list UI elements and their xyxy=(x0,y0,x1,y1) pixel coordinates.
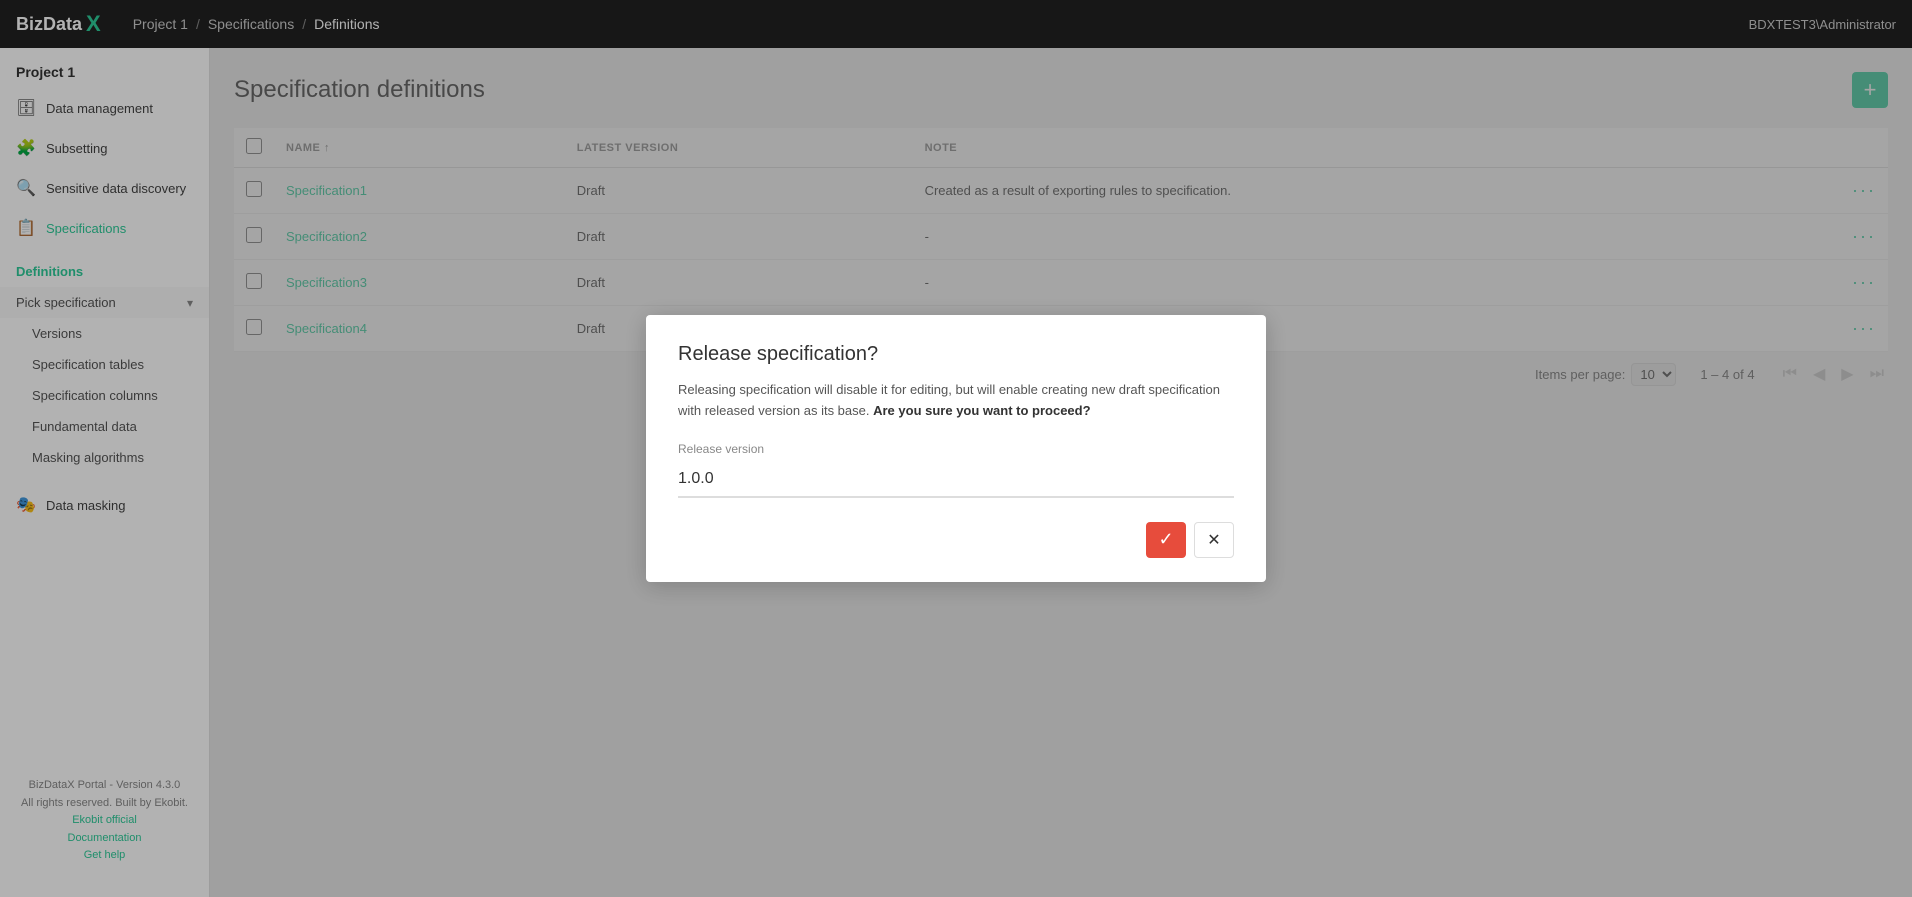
modal-overlay: Release specification? Releasing specifi… xyxy=(0,0,1912,897)
modal-title: Release specification? xyxy=(678,343,1234,366)
modal-cancel-button[interactable]: ✕ xyxy=(1194,522,1234,558)
release-version-input[interactable] xyxy=(678,462,1234,498)
modal-field-label: Release version xyxy=(678,442,1234,456)
release-specification-modal: Release specification? Releasing specifi… xyxy=(646,315,1266,582)
modal-body: Releasing specification will disable it … xyxy=(678,380,1234,422)
modal-body-bold: Are you sure you want to proceed? xyxy=(873,403,1090,418)
modal-confirm-button[interactable]: ✓ xyxy=(1146,522,1186,558)
modal-actions: ✓ ✕ xyxy=(678,522,1234,558)
